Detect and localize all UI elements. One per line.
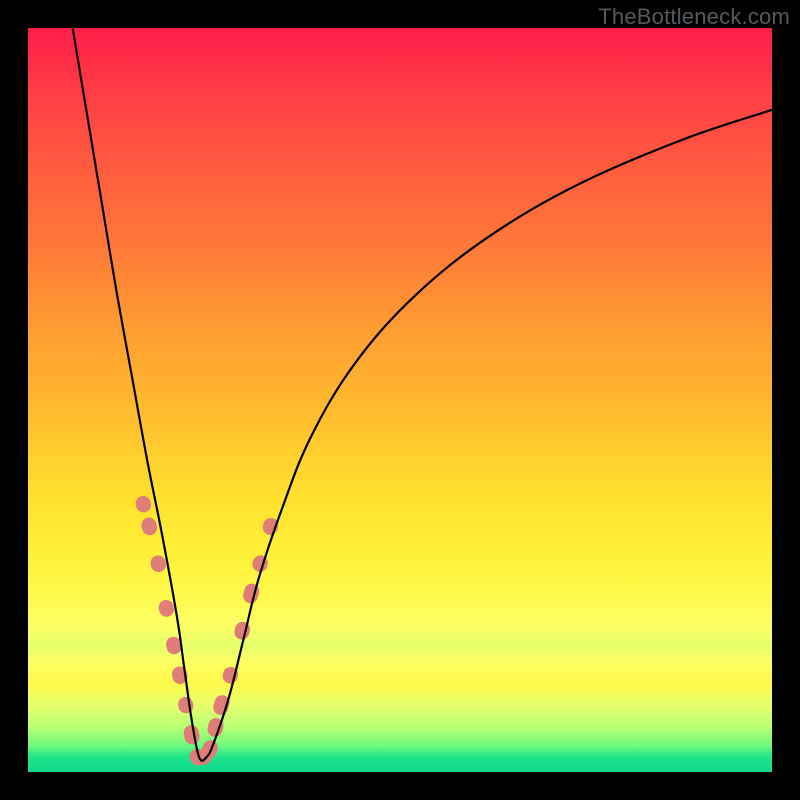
bead xyxy=(134,494,153,514)
bead xyxy=(241,582,261,605)
bead xyxy=(149,554,167,573)
bead xyxy=(157,599,175,618)
bead xyxy=(182,724,201,746)
watermark-text: TheBottleneck.com xyxy=(598,4,790,30)
curve-layer xyxy=(28,28,772,772)
chart-frame: TheBottleneck.com xyxy=(0,0,800,800)
bead xyxy=(233,620,252,641)
bead-group xyxy=(134,494,280,768)
plot-area xyxy=(28,28,772,772)
bead xyxy=(177,696,195,715)
bead xyxy=(140,516,159,537)
